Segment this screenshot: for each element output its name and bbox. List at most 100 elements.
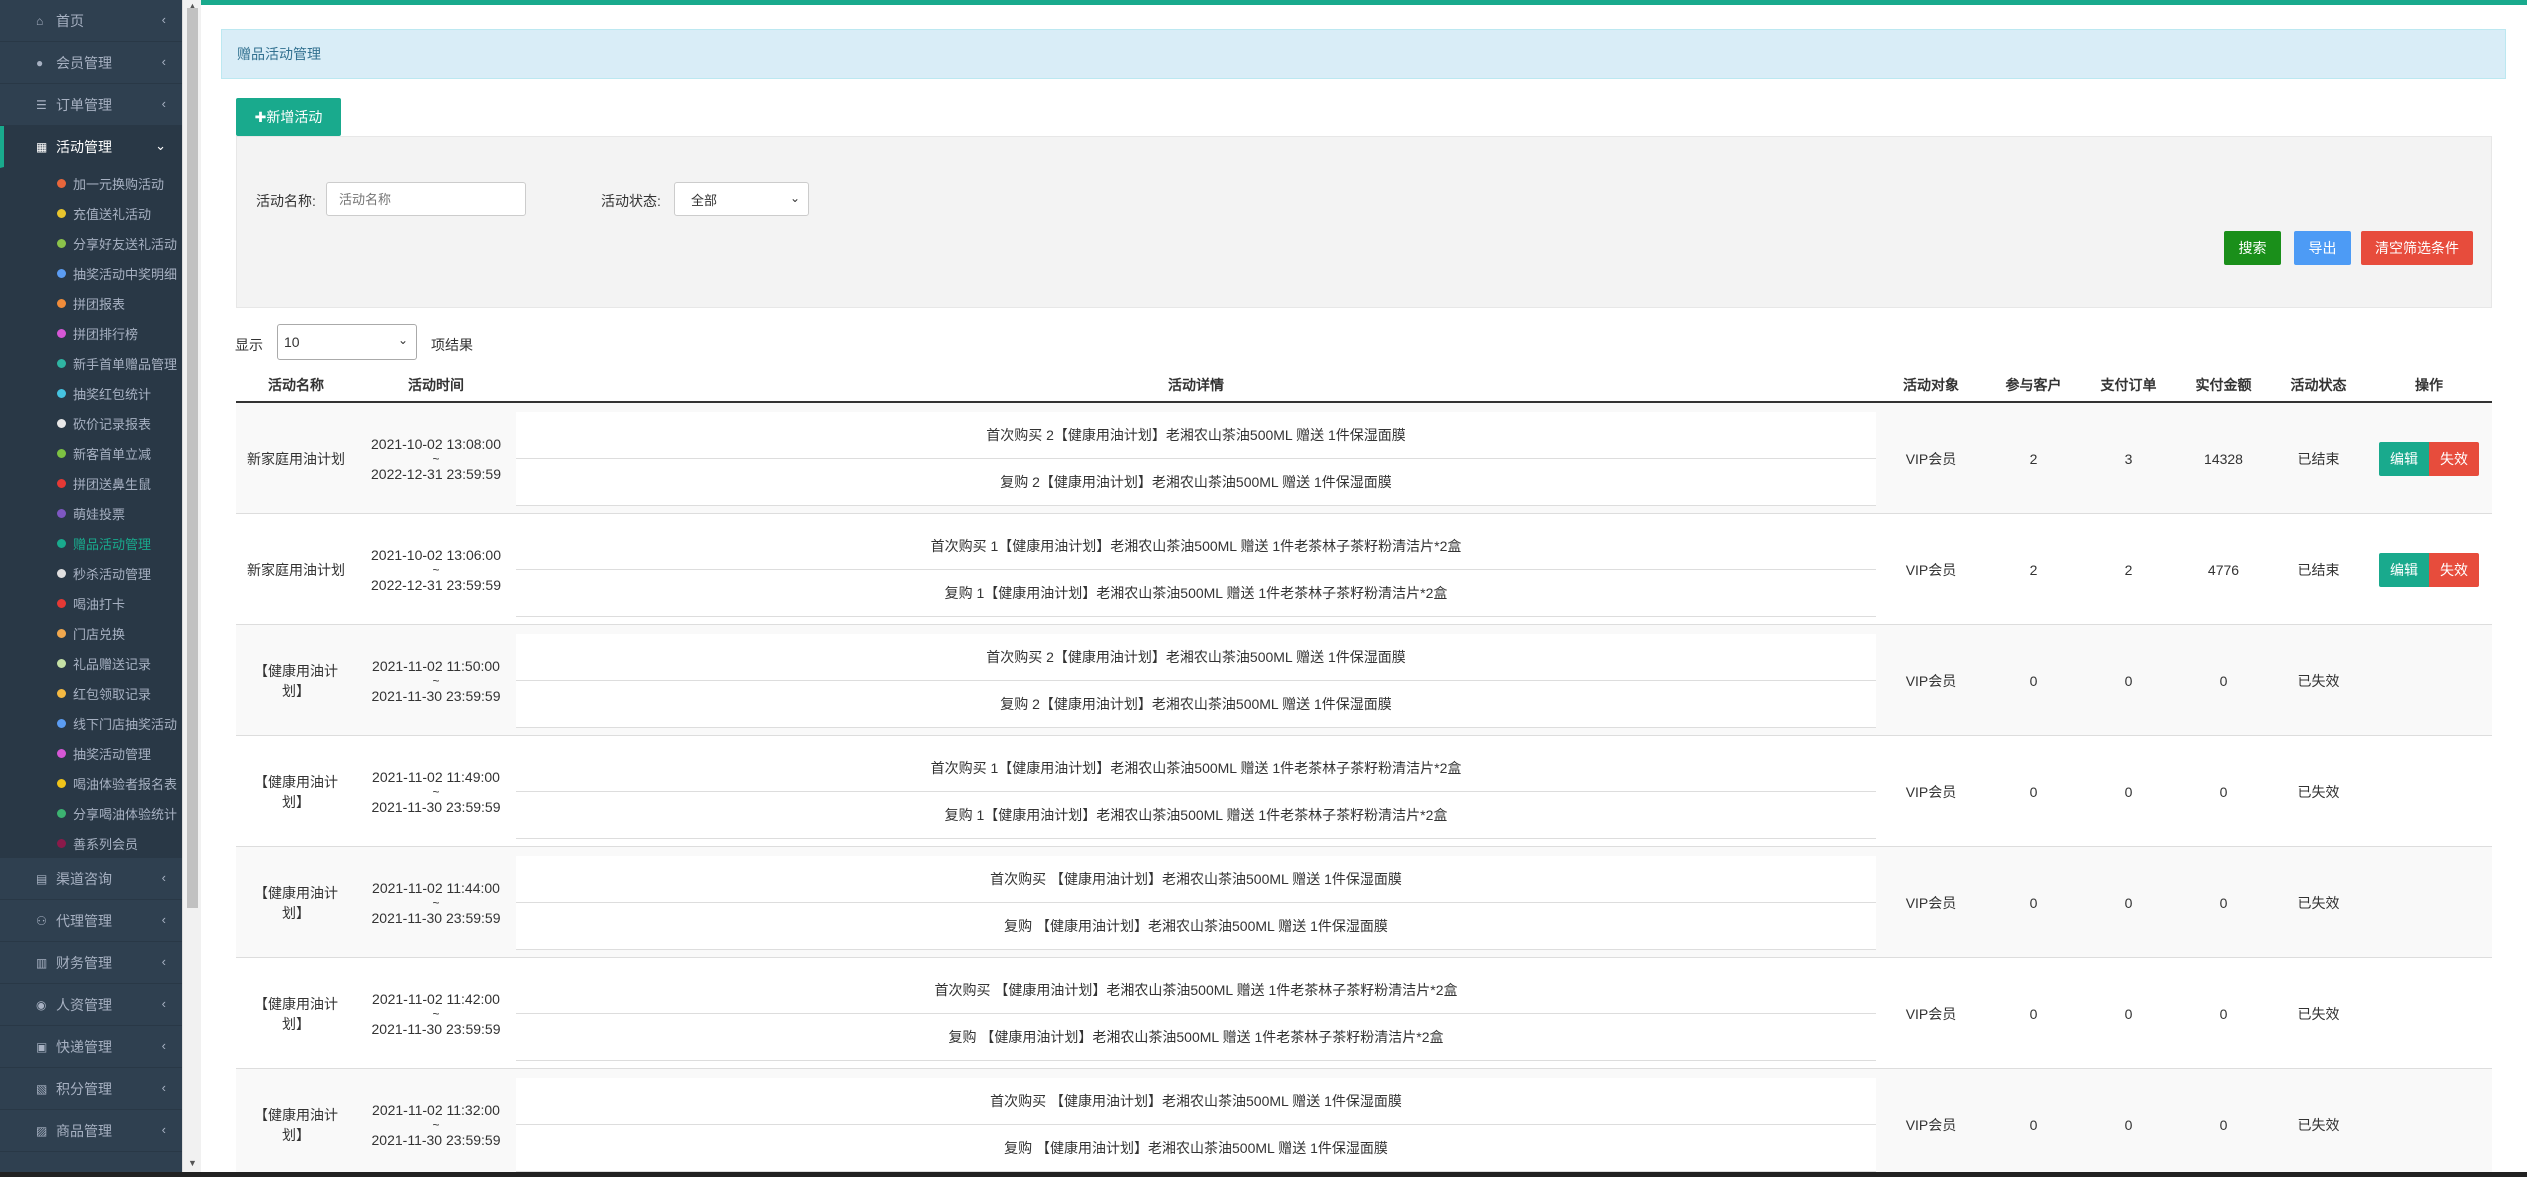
column-header[interactable]: 活动详情 xyxy=(516,367,1876,403)
end-time: 2021-11-30 23:59:59 xyxy=(371,1020,501,1037)
sidebar-subitem[interactable]: 抽奖活动中奖明细 xyxy=(0,258,182,288)
page-length-suffix: 项结果 xyxy=(431,337,473,353)
sidebar-item[interactable]: ▧ 积分管理 ‹ xyxy=(0,1068,182,1110)
sidebar-item[interactable]: ▣ 快递管理 ‹ xyxy=(0,1026,182,1068)
bullet-dot-icon xyxy=(57,298,66,308)
detail-line-repeat: 复购 2【健康用油计划】老湘农山茶油500ML 赠送 1件保湿面膜 xyxy=(516,680,1876,728)
sidebar-subitem[interactable]: 拼团排行榜 xyxy=(0,318,182,348)
sidebar-item-label: 人资管理 xyxy=(56,996,112,1013)
table-row: 【健康用油计划】 2021-11-02 11:49:00 ~2021-11-30 2… xyxy=(236,736,2492,847)
sidebar-item-label: 首页 xyxy=(56,12,84,29)
chevron-left-icon: ‹ xyxy=(161,1122,166,1137)
sidebar-item-label: 商品管理 xyxy=(56,1122,112,1139)
sidebar-subitem[interactable]: 线下门店抽奖活动 xyxy=(0,708,182,738)
column-header[interactable]: 活动状态 xyxy=(2271,367,2366,403)
chevron-left-icon: ‹ xyxy=(161,96,166,111)
bullet-dot-icon xyxy=(57,478,66,488)
status-cell: 已失效 xyxy=(2297,672,2340,689)
status-cell: 已失效 xyxy=(2297,783,2340,800)
column-header[interactable]: 活动名称 xyxy=(236,367,356,403)
sidebar-subitem[interactable]: 喝油打卡 xyxy=(0,588,182,618)
sidebar-subitem[interactable]: 抽奖红包统计 xyxy=(0,378,182,408)
scrollbar-thumb[interactable] xyxy=(187,8,198,908)
scroll-down-arrow-icon[interactable]: ▼ xyxy=(188,1158,197,1168)
edit-button[interactable]: 编辑 xyxy=(2379,441,2429,476)
detail-line-first: 首次购买 【健康用油计划】老湘农山茶油500ML 赠送 1件老茶林子茶籽粉清洁片… xyxy=(516,966,1876,1014)
bullet-dot-icon xyxy=(57,658,66,668)
sidebar-item[interactable]: ⌂ 首页 ‹ xyxy=(0,0,182,42)
detail-line-first: 首次购买 2【健康用油计划】老湘农山茶油500ML 赠送 1件保湿面膜 xyxy=(516,411,1876,459)
sidebar-item[interactable]: ▤ 渠道咨询 ‹ xyxy=(0,858,182,900)
sidebar-subitem-label: 线下门店抽奖活动 xyxy=(73,716,178,732)
activity-detail-cell: 首次购买 【健康用油计划】老湘农山茶油500ML 赠送 1件保湿面膜 复购 【健康… xyxy=(516,847,1876,958)
sidebar-subitem[interactable]: 善系列会员 xyxy=(0,828,182,858)
orders-cell: 0 xyxy=(2124,894,2133,911)
column-header[interactable]: 实付金额 xyxy=(2176,367,2271,403)
sidebar-subitem[interactable]: 红包领取记录 xyxy=(0,678,182,708)
sidebar-item-label: 订单管理 xyxy=(56,96,112,113)
sidebar-subitem-label: 拼团送鼻生鼠 xyxy=(73,476,152,492)
sidebar-subitem[interactable]: 新客首单立减 xyxy=(0,438,182,468)
chevron-left-icon: ‹ xyxy=(161,54,166,69)
invalidate-button[interactable]: 失效 xyxy=(2429,441,2479,476)
main-content: 赠品活动管理 ✚新增活动 活动名称: 活动状态: 全部 ⌄ 搜索 导出 清空筛选… xyxy=(201,5,2527,1172)
sidebar-subitem[interactable]: 加一元换购活动 xyxy=(0,168,182,198)
sidebar-item[interactable]: ● 会员管理 ‹ xyxy=(0,42,182,84)
sidebar-subitem[interactable]: 礼品赠送记录 xyxy=(0,648,182,678)
sidebar-subitem[interactable]: 充值送礼活动 xyxy=(0,198,182,228)
hr-icon: ◉ xyxy=(36,997,47,1012)
finance-icon: ▥ xyxy=(36,955,48,970)
column-header[interactable]: 活动时间 xyxy=(356,367,516,403)
page-length-prefix: 显示 xyxy=(235,337,263,353)
sidebar-item[interactable]: ☰ 订单管理 ‹ xyxy=(0,84,182,126)
sidebar-subitem[interactable]: 新手首单赠品管理 xyxy=(0,348,182,378)
column-header[interactable]: 参与客户 xyxy=(1986,367,2081,403)
sidebar-item[interactable]: ▦ 活动管理 ⌄ xyxy=(0,126,182,168)
sidebar-scrollbar[interactable]: ▲ ▼ xyxy=(182,0,201,1172)
sidebar-subitem[interactable]: 分享好友送礼活动 xyxy=(0,228,182,258)
channel-icon: ▤ xyxy=(36,871,48,886)
sidebar-item[interactable]: ▥ 财务管理 ‹ xyxy=(0,942,182,984)
sidebar-subitem-label: 抽奖活动管理 xyxy=(73,746,152,762)
bullet-dot-icon xyxy=(57,628,66,638)
activity-time-cell: 2021-10-02 13:08:00 ~2022-12-31 23:59:59 xyxy=(356,403,516,514)
sidebar-subitem[interactable]: 抽奖活动管理 xyxy=(0,738,182,768)
sidebar-subitem[interactable]: 萌娃投票 xyxy=(0,498,182,528)
detail-line-first: 首次购买 1【健康用油计划】老湘农山茶油500ML 赠送 1件老茶林子茶籽粉清洁… xyxy=(516,744,1876,792)
status-select[interactable]: 全部 ⌄ xyxy=(674,182,809,216)
sidebar-item[interactable]: ◉ 人资管理 ‹ xyxy=(0,984,182,1026)
target-cell: VIP会员 xyxy=(1905,1005,1957,1022)
page-length-select[interactable]: 10 ⌄ xyxy=(277,324,417,360)
sidebar-subitem-label: 萌娃投票 xyxy=(73,506,126,522)
table-row: 【健康用油计划】 2021-11-02 11:44:00 ~2021-11-30 2… xyxy=(236,847,2492,958)
sidebar-subitem[interactable]: 砍价记录报表 xyxy=(0,408,182,438)
sidebar-item[interactable]: ⚇ 代理管理 ‹ xyxy=(0,900,182,942)
sidebar-subitem[interactable]: 分享喝油体验统计 xyxy=(0,798,182,828)
column-header[interactable]: 支付订单 xyxy=(2081,367,2176,403)
sidebar-subitem[interactable]: 秒杀活动管理 xyxy=(0,558,182,588)
search-button[interactable]: 搜索 xyxy=(2224,231,2281,265)
sidebar-subitem[interactable]: 拼团报表 xyxy=(0,288,182,318)
status-cell: 已失效 xyxy=(2297,1116,2340,1133)
sidebar-subitem[interactable]: 赠品活动管理 xyxy=(0,528,182,558)
detail-line-repeat: 复购 2【健康用油计划】老湘农山茶油500ML 赠送 1件保湿面膜 xyxy=(516,458,1876,506)
sidebar-subitem[interactable]: 门店兑换 xyxy=(0,618,182,648)
sidebar-item-label: 快递管理 xyxy=(56,1038,112,1055)
page-length-value: 10 xyxy=(284,334,300,350)
clear-filters-button[interactable]: 清空筛选条件 xyxy=(2361,231,2473,265)
sidebar-subitem[interactable]: 喝油体验者报名表 xyxy=(0,768,182,798)
sidebar-subitem-label: 分享好友送礼活动 xyxy=(73,236,178,252)
actions-cell xyxy=(2366,847,2492,958)
export-button[interactable]: 导出 xyxy=(2294,231,2351,265)
column-header[interactable]: 活动对象 xyxy=(1876,367,1986,403)
sidebar-item[interactable]: ▨ 商品管理 ‹ xyxy=(0,1110,182,1152)
activity-name-input[interactable] xyxy=(326,182,526,216)
add-activity-button[interactable]: ✚新增活动 xyxy=(236,98,341,136)
sidebar-subitem-label: 红包领取记录 xyxy=(73,686,152,702)
status-cell: 已结束 xyxy=(2297,450,2340,467)
actions-cell: 编辑 失效 xyxy=(2366,403,2492,514)
sidebar-item-label: 财务管理 xyxy=(56,954,112,971)
sidebar-subitem[interactable]: 拼团送鼻生鼠 xyxy=(0,468,182,498)
edit-button[interactable]: 编辑 xyxy=(2379,552,2429,587)
invalidate-button[interactable]: 失效 xyxy=(2429,552,2479,587)
